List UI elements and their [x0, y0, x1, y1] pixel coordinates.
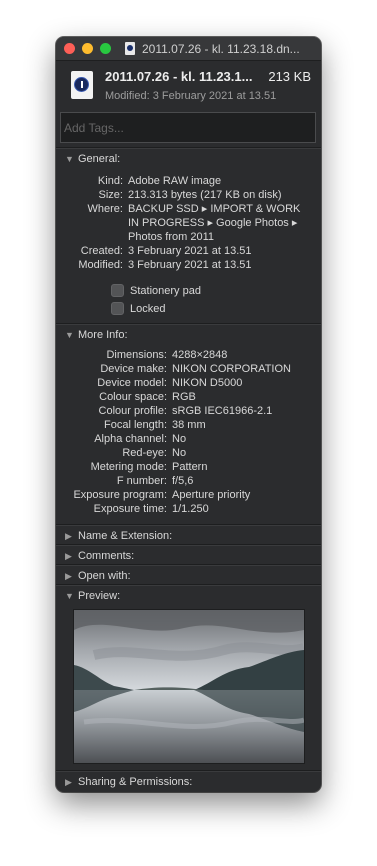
- device-make-key: Device make:: [100, 363, 167, 375]
- raw-image-file-icon: [71, 71, 93, 99]
- exposure-time-value: 1/1.250: [172, 503, 209, 515]
- disclosure-collapsed-icon: ▶: [65, 777, 72, 787]
- size-key: Size:: [98, 189, 123, 201]
- sharing-permissions-section: ▶ Sharing & Permissions:: [56, 770, 321, 792]
- sharing-permissions-header[interactable]: ▶ Sharing & Permissions:: [56, 772, 321, 792]
- tags-input[interactable]: [60, 112, 316, 143]
- colour-space-value: RGB: [172, 391, 196, 403]
- more-info-section: ▼ More Info:: [56, 323, 321, 345]
- file-name: 2011.07.26 - kl. 11.23.1...: [105, 69, 253, 84]
- open-with-header[interactable]: ▶ Open with:: [56, 566, 321, 586]
- stationery-label: Stationery pad: [130, 284, 201, 297]
- more-info-rows: Dimensions: 4288×2848 Device make: NIKON…: [56, 348, 321, 518]
- alpha-channel-key: Alpha channel:: [94, 433, 167, 445]
- dimensions-value: 4288×2848: [172, 349, 228, 361]
- modified-key: Modified:: [78, 259, 123, 271]
- red-eye-value: No: [172, 447, 187, 459]
- exposure-time-key: Exposure time:: [93, 503, 167, 515]
- device-model-value: NIKON D5000: [172, 377, 243, 389]
- disclosure-collapsed-icon: ▶: [65, 531, 72, 541]
- where-value-line-2: IN PROGRESS ▸ Google Photos ▸: [128, 217, 298, 229]
- size-value: 213.313 bytes (217 KB on disk): [128, 189, 282, 201]
- colour-profile-value: sRGB IEC61966-2.1: [172, 405, 273, 417]
- device-model-key: Device model:: [97, 377, 167, 389]
- red-eye-key: Red-eye:: [122, 447, 167, 459]
- f-number-value: f/5,6: [172, 475, 194, 487]
- where-value-line-3: Photos from 2011: [128, 231, 215, 243]
- more-info-title: More Info:: [78, 329, 128, 341]
- exposure-program-value: Aperture priority: [172, 489, 251, 501]
- preview-title: Preview:: [78, 590, 121, 602]
- where-value-line-1: BACKUP SSD ▸ IMPORT & WORK: [128, 203, 301, 215]
- disclosure-collapsed-icon: ▶: [65, 551, 72, 561]
- close-button[interactable]: [64, 43, 75, 54]
- device-make-value: NIKON CORPORATION: [172, 363, 291, 375]
- alpha-channel-value: No: [172, 433, 187, 445]
- metering-mode-key: Metering mode:: [90, 461, 167, 473]
- sharing-permissions-title: Sharing & Permissions:: [78, 776, 193, 788]
- comments-header[interactable]: ▶ Comments:: [56, 546, 321, 566]
- name-extension-section: ▶ Name & Extension:: [56, 524, 321, 546]
- general-title: General:: [78, 153, 121, 165]
- colour-space-key: Colour space:: [99, 391, 167, 403]
- disclosure-expanded-icon: ▼: [65, 154, 74, 164]
- preview-section: ▼ Preview:: [56, 584, 321, 606]
- comments-title: Comments:: [78, 550, 135, 562]
- name-extension-title: Name & Extension:: [78, 530, 173, 542]
- locked-checkbox-box[interactable]: [111, 302, 124, 315]
- focal-length-key: Focal length:: [104, 419, 167, 431]
- disclosure-collapsed-icon: ▶: [65, 571, 72, 581]
- kind-value: Adobe RAW image: [128, 175, 222, 187]
- disclosure-expanded-icon: ▼: [65, 330, 74, 340]
- dimensions-key: Dimensions:: [106, 349, 167, 361]
- kind-key: Kind:: [97, 175, 123, 187]
- modified-value: 3 February 2021 at 13.51: [128, 259, 252, 271]
- image-preview: [73, 609, 305, 764]
- modified-date: Modified: 3 February 2021 at 13.51: [105, 90, 277, 102]
- minimize-button[interactable]: [82, 43, 93, 54]
- locked-label: Locked: [130, 302, 166, 315]
- open-with-section: ▶ Open with:: [56, 564, 321, 586]
- f-number-key: F number:: [116, 475, 167, 487]
- more-info-section-header[interactable]: ▼ More Info:: [56, 325, 321, 345]
- focal-length-value: 38 mm: [172, 419, 206, 431]
- maximize-button[interactable]: [100, 43, 111, 54]
- where-key: Where:: [87, 203, 123, 215]
- title-bar[interactable]: 2011.07.26 - kl. 11.23.18.dn...: [56, 37, 321, 61]
- metering-mode-value: Pattern: [172, 461, 208, 473]
- stationery-pad-checkbox[interactable]: Stationery pad: [111, 284, 201, 297]
- exposure-program-key: Exposure program:: [73, 489, 167, 501]
- name-extension-header[interactable]: ▶ Name & Extension:: [56, 526, 321, 546]
- open-with-title: Open with:: [78, 570, 131, 582]
- created-value: 3 February 2021 at 13.51: [128, 245, 252, 257]
- file-size: 213 KB: [268, 69, 311, 84]
- preview-header[interactable]: ▼ Preview:: [56, 586, 321, 606]
- raw-file-icon: [125, 42, 135, 55]
- colour-profile-key: Colour profile:: [98, 405, 167, 417]
- info-window: 2011.07.26 - kl. 11.23.18.dn... 2011.07.…: [56, 37, 321, 792]
- stationery-checkbox-box[interactable]: [111, 284, 124, 297]
- locked-checkbox[interactable]: Locked: [111, 302, 165, 315]
- general-section: ▼ General:: [56, 147, 321, 169]
- general-section-header[interactable]: ▼ General:: [56, 149, 321, 169]
- created-key: Created:: [80, 245, 123, 257]
- comments-section: ▶ Comments:: [56, 544, 321, 566]
- disclosure-expanded-icon: ▼: [65, 591, 74, 601]
- window-title: 2011.07.26 - kl. 11.23.18.dn...: [142, 42, 300, 56]
